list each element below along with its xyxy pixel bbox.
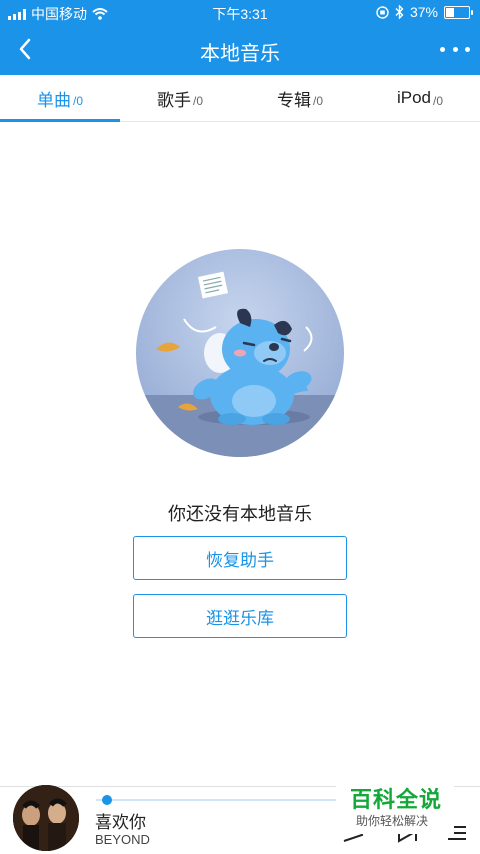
progress-knob[interactable]: [102, 795, 112, 805]
artist-name: BEYOND: [95, 832, 150, 847]
tab-label: 单曲: [36, 90, 71, 110]
watermark-subtitle: 助你轻松解决: [356, 814, 429, 828]
empty-message: 你还没有本地音乐: [168, 504, 312, 524]
watermark-badge: 百科全说 助你轻松解决: [336, 776, 454, 834]
tab-ipod[interactable]: iPod/0: [360, 75, 480, 121]
progress-track[interactable]: [96, 799, 346, 801]
browse-library-button[interactable]: 逛逛乐库: [133, 594, 347, 638]
battery-icon: [444, 5, 473, 19]
album-cover[interactable]: [13, 785, 79, 851]
page-title: 本地音乐: [200, 43, 280, 65]
song-title: 喜欢你: [95, 813, 146, 832]
tab-artists[interactable]: 歌手/0: [120, 75, 240, 121]
tab-albums[interactable]: 专辑/0: [240, 75, 360, 121]
sad-blue-dog-illustration: [136, 249, 344, 457]
orientation-lock-icon: [376, 5, 389, 19]
category-tabs: 单曲/0 歌手/0 专辑/0 iPod/0: [0, 75, 480, 122]
status-bar: 中国移动 下午3:31 37%: [0, 0, 480, 26]
battery-percent: 37%: [409, 4, 438, 20]
tab-label: iPod: [396, 88, 431, 107]
tab-count: /0: [192, 93, 203, 108]
watermark-title: 百科全说: [350, 787, 443, 812]
bluetooth-icon: [395, 5, 404, 19]
app-header: 中国移动 下午3:31 37% 本地音乐: [0, 0, 480, 75]
tab-count: /0: [72, 93, 83, 108]
nav-bar: 本地音乐: [0, 26, 480, 75]
tab-songs[interactable]: 单曲/0: [0, 75, 120, 122]
tab-label: 专辑: [276, 90, 311, 110]
tab-label: 歌手: [156, 90, 191, 110]
tab-count: /0: [433, 93, 444, 108]
restore-assistant-button[interactable]: 恢复助手: [133, 536, 347, 580]
more-dots-icon[interactable]: [440, 36, 470, 62]
tab-count: /0: [312, 93, 323, 108]
